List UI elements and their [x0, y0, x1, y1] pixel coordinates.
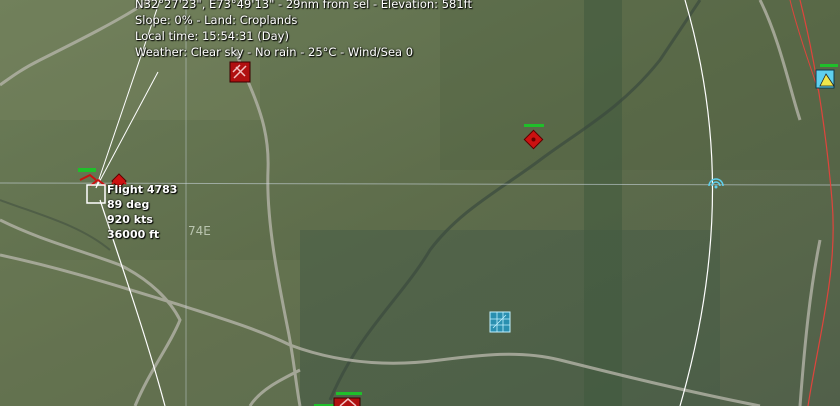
local-time-readout: Local time: 15:54:31 (Day) — [135, 29, 289, 43]
hostile-airbase-icon[interactable] — [229, 61, 251, 83]
weather-readout: Weather: Clear sky - No rain - 25°C - Wi… — [135, 45, 414, 59]
slope-land-readout: Slope: 0% - Land: Croplands — [135, 13, 298, 27]
tactical-map[interactable]: N32°27'23", E73°49'13" - 29nm from sel -… — [0, 0, 840, 406]
friendly-facility-icon[interactable] — [489, 311, 511, 333]
hostile-base-bottom-icon[interactable] — [312, 390, 368, 406]
radar-contact-icon[interactable] — [706, 176, 726, 194]
terrain-info-panel: N32°27'23", E73°49'13" - 29nm from sel -… — [135, 0, 472, 60]
hostile-ground-unit-icon[interactable] — [522, 124, 546, 154]
track-speed: 920 kts — [107, 213, 153, 226]
track-heading: 89 deg — [107, 198, 150, 211]
selection-box-icon[interactable] — [86, 184, 106, 204]
friendly-group-icon[interactable] — [814, 64, 840, 92]
position-readout: N32°27'23", E73°49'13" - 29nm from sel -… — [135, 0, 473, 11]
selected-track-label: Flight 4783 89 deg 920 kts 36000 ft — [107, 182, 177, 242]
longitude-grid-label: 74E — [188, 224, 211, 238]
track-name: Flight 4783 — [107, 183, 178, 196]
track-altitude: 36000 ft — [107, 228, 160, 241]
